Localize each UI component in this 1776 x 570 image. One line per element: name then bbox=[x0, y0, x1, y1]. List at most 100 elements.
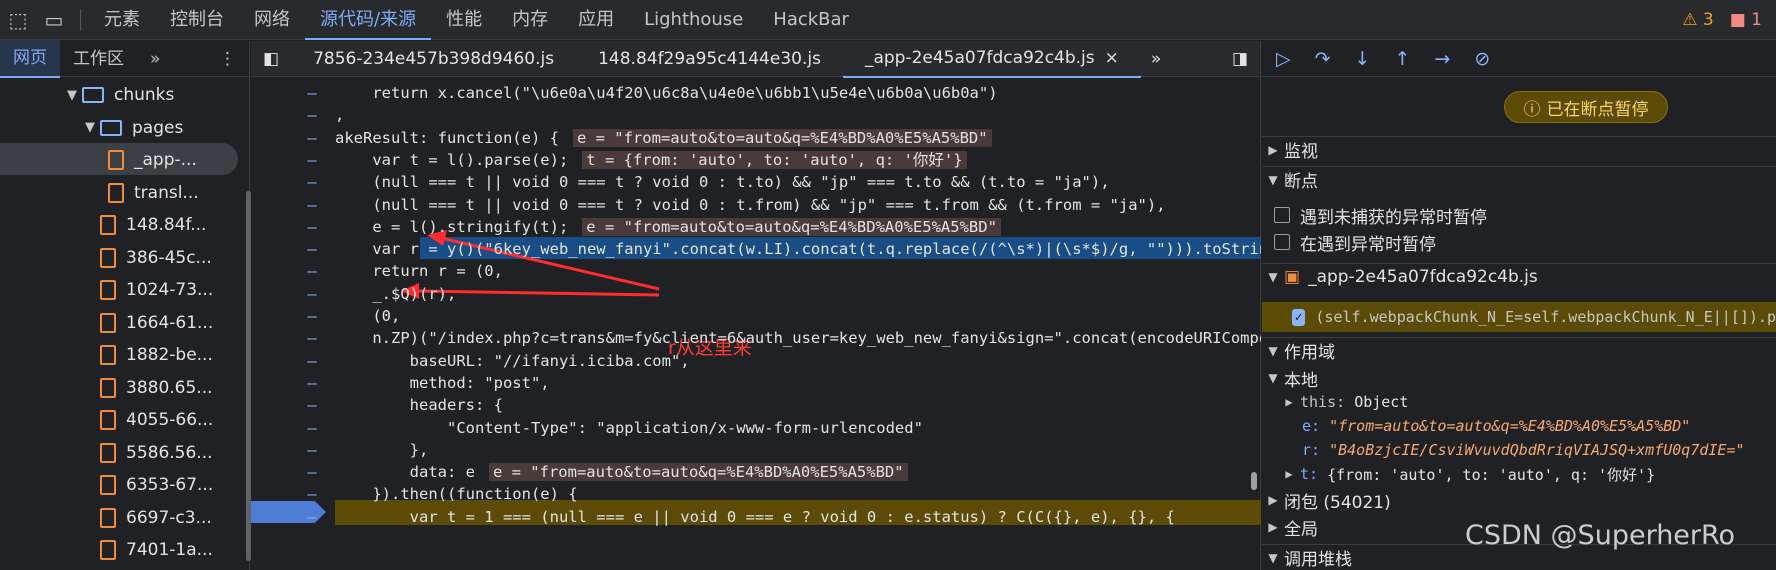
local-scope[interactable]: ▼ 本地 bbox=[1262, 365, 1776, 391]
tree-item[interactable]: 3880.65... bbox=[100, 372, 213, 404]
navigator-tabs: 网页 工作区 » ⋮ bbox=[0, 39, 249, 78]
editor-tab-148[interactable]: 148.84f29a95c4144e30.js bbox=[576, 41, 843, 77]
inline-value: t = {from: 'auto', to: 'auto', q: '你好'} bbox=[582, 150, 967, 169]
code-text: (0, bbox=[335, 307, 401, 325]
tree-item[interactable]: 6697-c3... bbox=[100, 502, 212, 534]
line-gutter[interactable]: – bbox=[306, 129, 318, 147]
code-text: headers: { bbox=[335, 396, 503, 415]
more-tabs-icon[interactable]: » bbox=[137, 41, 173, 77]
tab-application[interactable]: 应用 bbox=[563, 0, 629, 40]
scope-var-this[interactable]: ▶ this: Object bbox=[1262, 389, 1776, 415]
line-gutter[interactable]: – bbox=[306, 240, 318, 258]
tree-item[interactable]: 5586.56... bbox=[100, 437, 213, 469]
device-toolbar-icon[interactable]: ▭ bbox=[36, 0, 72, 40]
scope-var-r[interactable]: r: "B4oBzjcIE/CsviWvuvdQbdRriqVIAJSQ+xmf… bbox=[1262, 437, 1776, 463]
tree-item[interactable]: 7401-1a... bbox=[100, 534, 213, 566]
step-icon[interactable]: → bbox=[1434, 48, 1450, 70]
tree-item[interactable]: ▼ pages bbox=[80, 112, 183, 144]
tree-item[interactable]: 6353-67... bbox=[100, 469, 213, 501]
step-into-icon[interactable]: ↓ bbox=[1355, 48, 1371, 70]
issues-counter[interactable]: ⚠ 3 ■ 1 bbox=[1682, 0, 1762, 40]
tree-item[interactable]: 4055-66... bbox=[100, 404, 213, 436]
code-text: var r = y()("6key_web_new_fanyi".concat(… bbox=[335, 240, 1261, 259]
line-gutter[interactable]: – bbox=[306, 106, 318, 124]
code-text: data: e bbox=[335, 463, 475, 482]
devtools-window: ⬚ ▭ 元素 控制台 网络 源代码/来源 性能 内存 应用 Lighthouse… bbox=[0, 0, 1776, 570]
editor-tab-app[interactable]: _app-2e45a07fdca92c4b.js × bbox=[842, 40, 1141, 78]
local-label: 本地 bbox=[1284, 370, 1318, 391]
line-gutter[interactable]: – bbox=[306, 84, 318, 102]
tree-item[interactable]: 386-45c... bbox=[100, 242, 212, 274]
folder-icon bbox=[100, 119, 122, 136]
line-gutter[interactable]: – bbox=[306, 329, 318, 347]
tab-lighthouse[interactable]: Lighthouse bbox=[629, 0, 758, 40]
tree-item[interactable]: 1024-73... bbox=[100, 274, 213, 306]
pause-uncaught-option[interactable]: 遇到未捕获的异常时暂停 bbox=[1262, 202, 1776, 228]
scope-section[interactable]: ▼ 作用域 bbox=[1262, 337, 1776, 363]
line-gutter[interactable]: – bbox=[306, 285, 318, 303]
deactivate-breakpoints-icon[interactable]: ⊘ bbox=[1474, 48, 1490, 70]
line-gutter[interactable]: – bbox=[306, 463, 318, 481]
inspect-element-icon[interactable]: ⬚ bbox=[0, 0, 36, 40]
line-gutter[interactable]: – bbox=[306, 374, 318, 392]
code-text: method: "post", bbox=[335, 373, 550, 392]
scope-var-t[interactable]: ▶ t: {from: 'auto', to: 'auto', q: '你好'} bbox=[1262, 461, 1776, 487]
breakpoints-section[interactable]: ▼ 断点 bbox=[1262, 166, 1776, 192]
tree-item[interactable]: ▼ chunks bbox=[62, 79, 174, 111]
file-icon bbox=[100, 215, 116, 235]
tab-workspace[interactable]: 工作区 bbox=[60, 41, 137, 77]
step-out-icon[interactable]: ↑ bbox=[1394, 48, 1410, 70]
editor-scrollbar[interactable] bbox=[1251, 472, 1257, 490]
line-gutter[interactable]: – bbox=[306, 307, 318, 325]
line-gutter[interactable]: – bbox=[306, 352, 318, 370]
line-gutter[interactable]: – bbox=[306, 508, 318, 526]
breakpoint-file-row[interactable]: ▼ ▣ _app-2e45a07fdca92c4b.js bbox=[1262, 263, 1776, 289]
tree-item[interactable]: 1882-be... bbox=[100, 339, 213, 371]
pause-uncaught-checkbox[interactable] bbox=[1274, 207, 1290, 223]
code-text: var t = 1 === (null === e || void 0 === … bbox=[335, 507, 1175, 526]
tab-console[interactable]: 控制台 bbox=[155, 0, 239, 40]
toggle-debugger-icon[interactable]: ◨ bbox=[1220, 41, 1260, 77]
kebab-menu-icon[interactable]: ⋮ bbox=[206, 41, 249, 77]
debugger-toolbar: ▷ ↷ ↓ ↑ → ⊘ bbox=[1262, 41, 1776, 77]
chevron-down-icon[interactable]: ▼ bbox=[62, 88, 82, 103]
watch-section[interactable]: ▶ 监视 bbox=[1262, 136, 1776, 162]
tab-page[interactable]: 网页 bbox=[0, 39, 60, 78]
breakpoint-entry[interactable]: ✓ (self.webpackChunk_N_E=self.webpackChun… bbox=[1262, 302, 1776, 332]
pause-caught-option[interactable]: 在遇到异常时暂停 bbox=[1262, 229, 1776, 255]
tab-performance[interactable]: 性能 bbox=[431, 0, 497, 40]
tree-item[interactable]: 148.84f... bbox=[100, 209, 206, 241]
line-gutter[interactable]: – bbox=[306, 441, 318, 459]
line-gutter[interactable]: – bbox=[306, 196, 318, 214]
closure-label: 闭包 (54021) bbox=[1284, 492, 1391, 513]
step-over-icon[interactable]: ↷ bbox=[1315, 48, 1331, 70]
chevron-down-icon[interactable]: ▼ bbox=[80, 120, 100, 135]
line-gutter[interactable]: – bbox=[306, 173, 318, 191]
code-text: n.ZP)("/index.php?c=trans&m=fy&client=6&… bbox=[335, 329, 1261, 348]
tree-item[interactable]: transl... bbox=[108, 177, 199, 209]
line-gutter[interactable]: – bbox=[306, 151, 318, 169]
more-editor-tabs-icon[interactable]: » bbox=[1141, 41, 1171, 77]
tab-memory[interactable]: 内存 bbox=[497, 0, 563, 40]
tab-network[interactable]: 网络 bbox=[239, 0, 305, 40]
line-gutter[interactable]: – bbox=[306, 218, 318, 236]
line-gutter[interactable]: – bbox=[306, 485, 318, 503]
resume-icon[interactable]: ▷ bbox=[1276, 48, 1291, 70]
closure-scope[interactable]: ▶ 闭包 (54021) bbox=[1262, 487, 1776, 513]
editor-tab-7856[interactable]: 7856-234e457b398d9460.js bbox=[291, 41, 576, 77]
line-gutter[interactable]: – bbox=[306, 262, 318, 280]
pause-caught-checkbox[interactable] bbox=[1274, 234, 1290, 250]
tab-elements[interactable]: 元素 bbox=[89, 0, 155, 40]
line-gutter[interactable]: – bbox=[306, 396, 318, 414]
tree-item[interactable]: _app-... bbox=[108, 144, 197, 176]
tab-hackbar[interactable]: HackBar bbox=[758, 0, 864, 40]
breakpoint-checkbox[interactable]: ✓ bbox=[1292, 308, 1306, 326]
toggle-navigator-icon[interactable]: ◧ bbox=[251, 41, 291, 77]
tab-sources[interactable]: 源代码/来源 bbox=[305, 0, 432, 40]
tree-item[interactable]: 1664-61... bbox=[100, 307, 213, 339]
code-view[interactable]: r从这里来 – return x.cancel("\u6e0a\u4f20\u6… bbox=[251, 77, 1261, 570]
close-icon[interactable]: × bbox=[1105, 48, 1119, 68]
scope-var-e[interactable]: e: "from=auto&to=auto&q=%E4%BD%A0%E5%A5%… bbox=[1262, 413, 1776, 439]
inline-value: e = "from=auto&to=auto&q=%E4%BD%A0%E5%A5… bbox=[582, 217, 1001, 236]
line-gutter[interactable]: – bbox=[306, 419, 318, 437]
